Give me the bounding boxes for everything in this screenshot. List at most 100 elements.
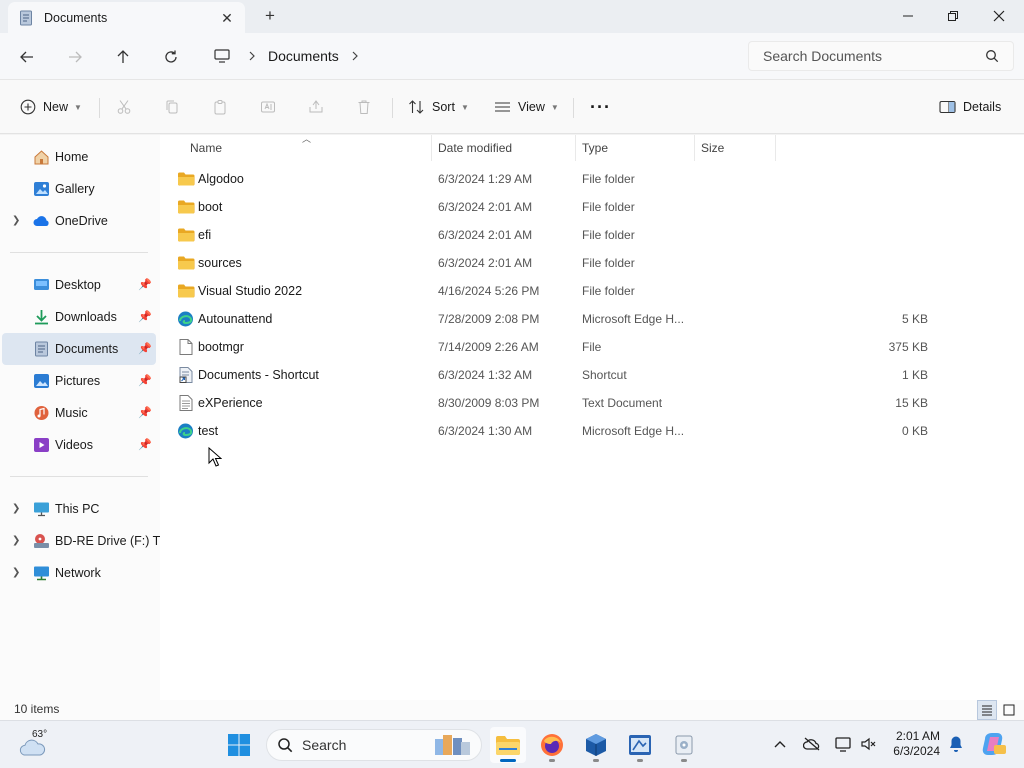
shortcut-icon xyxy=(177,367,195,383)
sidebar-item-network[interactable]: ❯ Network xyxy=(2,557,156,589)
sidebar-item-desktop[interactable]: Desktop 📌 xyxy=(2,269,156,301)
taskbar-search[interactable]: Search xyxy=(266,729,482,761)
scissors-icon xyxy=(117,100,131,114)
sidebar-item-music[interactable]: Music 📌 xyxy=(2,397,156,429)
sidebar-item-label: Music xyxy=(55,406,88,420)
details-view-button[interactable] xyxy=(977,700,997,720)
column-header-date[interactable]: Date modified xyxy=(432,135,575,163)
chevron-right-icon[interactable]: ❯ xyxy=(12,567,20,578)
sidebar-item-pictures[interactable]: Pictures 📌 xyxy=(2,365,156,397)
table-row[interactable]: Documents - Shortcut 6/3/2024 1:32 AM Shor… xyxy=(170,361,930,389)
more-options-button[interactable]: ··· xyxy=(590,95,611,119)
up-button[interactable] xyxy=(109,43,137,71)
taskbar-virtualbox[interactable] xyxy=(578,727,614,763)
cut-button[interactable] xyxy=(116,95,132,119)
taskbar-app[interactable] xyxy=(622,727,658,763)
onedrive-icon xyxy=(33,213,50,229)
table-row[interactable]: bootmgr 7/14/2009 2:26 AM File 375 KB xyxy=(170,333,930,361)
sidebar-item-gallery[interactable]: Gallery xyxy=(2,173,156,205)
start-button[interactable] xyxy=(221,727,257,763)
clock-time: 2:01 AM xyxy=(895,729,940,743)
search-input[interactable]: Search Documents xyxy=(748,41,1014,71)
table-row[interactable]: Autounattend 7/28/2009 2:08 PM Microsoft E… xyxy=(170,305,930,333)
tiles-view-button[interactable] xyxy=(999,700,1019,720)
table-row[interactable]: test 6/3/2024 1:30 AM Microsoft Edge H... 0… xyxy=(170,417,930,445)
back-button[interactable] xyxy=(13,43,41,71)
title-bar: Documents ✕ + xyxy=(0,0,1024,33)
pin-icon[interactable]: 📌 xyxy=(138,406,152,419)
share-button[interactable] xyxy=(308,95,324,119)
close-window-button[interactable] xyxy=(976,0,1022,32)
copilot-button[interactable] xyxy=(981,731,1007,757)
restore-icon xyxy=(948,11,958,21)
search-placeholder: Search Documents xyxy=(763,48,883,64)
maximize-button[interactable] xyxy=(930,0,976,32)
tab-close-button[interactable]: ✕ xyxy=(217,8,237,28)
weather-temperature: 63° xyxy=(32,729,48,740)
chevron-down-icon: ▼ xyxy=(550,102,559,112)
pin-icon[interactable]: 📌 xyxy=(138,374,152,387)
sidebar-item-bd-drive[interactable]: ❯ BD-RE Drive (F:) Tir xyxy=(2,525,167,557)
breadcrumb[interactable]: Documents xyxy=(202,41,737,71)
table-row[interactable]: boot 6/3/2024 2:01 AM File folder xyxy=(170,193,930,221)
volume-tray-button[interactable] xyxy=(860,735,878,753)
table-row[interactable]: eXPerience 8/30/2009 8:03 PM Text Document… xyxy=(170,389,930,417)
pin-icon[interactable]: 📌 xyxy=(138,438,152,451)
taskbar-setup[interactable] xyxy=(666,727,702,763)
chevron-right-icon[interactable]: ❯ xyxy=(12,535,20,546)
divider xyxy=(10,252,148,253)
delete-button[interactable] xyxy=(356,95,372,119)
view-button[interactable]: View ▼ xyxy=(494,95,559,119)
copy-button[interactable] xyxy=(164,95,180,119)
rename-button[interactable] xyxy=(260,95,276,119)
breadcrumb-documents[interactable]: Documents xyxy=(268,48,339,64)
table-row[interactable]: Algodoo 6/3/2024 1:29 AM File folder xyxy=(170,165,930,193)
column-header-type[interactable]: Type xyxy=(576,135,694,163)
sidebar-item-label: Downloads xyxy=(55,310,117,324)
edge-file-icon xyxy=(177,423,195,439)
file-name: efi xyxy=(198,228,212,242)
sidebar-item-documents[interactable]: Documents 📌 xyxy=(2,333,156,365)
new-tab-button[interactable]: + xyxy=(258,4,282,28)
sort-button[interactable]: Sort ▼ xyxy=(408,95,469,119)
taskbar-firefox[interactable] xyxy=(534,727,570,763)
new-button[interactable]: New ▼ xyxy=(20,95,82,119)
chevron-right-icon[interactable] xyxy=(351,51,359,61)
file-name: Visual Studio 2022 xyxy=(198,284,303,298)
forward-button[interactable] xyxy=(61,43,89,71)
paste-button[interactable] xyxy=(212,95,228,119)
network-tray-button[interactable] xyxy=(835,735,853,753)
details-pane-button[interactable]: Details xyxy=(939,95,1001,119)
file-type: Microsoft Edge H... xyxy=(582,312,685,326)
table-row[interactable]: efi 6/3/2024 2:01 AM File folder xyxy=(170,221,930,249)
file-date-modified: 6/3/2024 1:32 AM xyxy=(438,368,533,382)
table-row[interactable]: Visual Studio 2022 4/16/2024 5:26 PM File … xyxy=(170,277,930,305)
sidebar-item-videos[interactable]: Videos 📌 xyxy=(2,429,156,461)
taskbar-search-label: Search xyxy=(302,737,347,753)
sidebar-item-home[interactable]: Home xyxy=(2,141,156,173)
column-header-name[interactable]: Name xyxy=(184,135,431,163)
sidebar-item-this-pc[interactable]: ❯ This PC xyxy=(2,493,156,525)
pin-icon[interactable]: 📌 xyxy=(138,342,152,355)
pin-icon[interactable]: 📌 xyxy=(138,310,152,323)
sidebar-item-onedrive[interactable]: ❯ OneDrive xyxy=(2,205,156,237)
refresh-button[interactable] xyxy=(157,43,185,71)
tab-documents[interactable]: Documents ✕ xyxy=(8,2,245,33)
firefox-icon xyxy=(541,734,563,756)
pin-icon[interactable]: 📌 xyxy=(138,278,152,291)
file-type: File xyxy=(582,340,602,354)
chevron-right-icon[interactable]: ❯ xyxy=(12,215,20,226)
table-row[interactable]: sources 6/3/2024 2:01 AM File folder xyxy=(170,249,930,277)
onedrive-tray-button[interactable] xyxy=(803,735,821,753)
taskbar-file-explorer[interactable] xyxy=(490,727,526,763)
notifications-button[interactable] xyxy=(947,735,965,753)
chevron-right-icon[interactable]: ❯ xyxy=(12,503,20,514)
minimize-button[interactable] xyxy=(885,0,931,32)
column-divider[interactable] xyxy=(775,135,776,161)
show-hidden-icons-button[interactable] xyxy=(771,735,789,753)
clock[interactable]: 2:01 AM 6/3/2024 xyxy=(880,729,940,759)
column-header-size[interactable]: Size xyxy=(695,135,775,163)
network-icon xyxy=(33,565,50,581)
sidebar-item-downloads[interactable]: Downloads 📌 xyxy=(2,301,156,333)
folder-icon xyxy=(177,255,195,271)
